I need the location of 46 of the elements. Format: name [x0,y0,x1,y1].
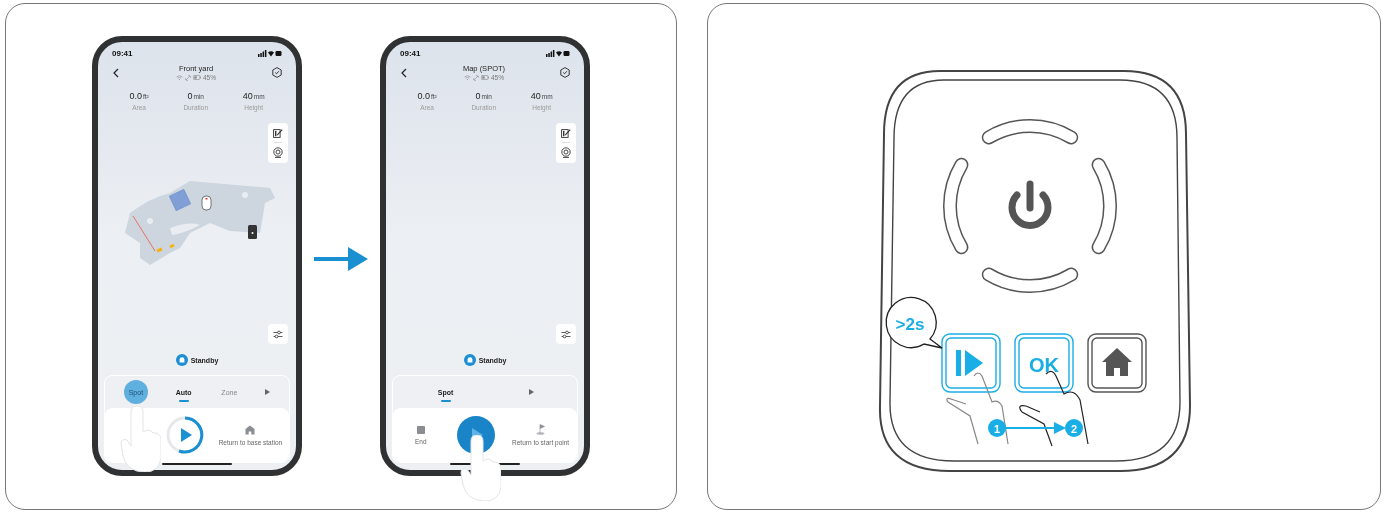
sliders-icon [561,329,571,339]
filter-button[interactable] [556,324,576,344]
stat-value: 0.0 [417,91,430,101]
speech-bubble [885,296,943,349]
stat-value: 0.0 [129,91,142,101]
link-icon [473,74,479,81]
wifi-icon [176,75,183,80]
back-icon[interactable] [112,67,120,78]
sliders-icon [273,329,283,339]
step-number: 2 [1070,422,1078,435]
battery-icon [481,75,489,80]
flag-icon[interactable] [535,424,546,435]
power-icon[interactable] [1008,180,1052,229]
home-indicator [162,463,232,465]
stat-value: 0 [475,91,481,101]
play-button[interactable] [166,416,205,454]
arrow-icon [314,244,368,274]
edit-icon[interactable] [273,128,283,138]
edit-icon[interactable] [561,128,571,138]
stop-icon[interactable] [416,425,425,434]
status-icons [546,50,570,57]
play-small-icon[interactable] [529,389,535,395]
clock-time: 09:41 [112,49,133,58]
back-icon[interactable] [400,67,408,78]
camera-icon[interactable] [561,147,571,158]
hexagon-check-icon[interactable] [272,67,282,78]
filter-button[interactable] [268,324,288,344]
hold-duration: >2s [895,315,925,334]
device-button[interactable] [1087,333,1147,393]
home-icon[interactable] [245,424,256,435]
clock-time: 09:41 [400,49,421,58]
stat-value: 40 [242,91,253,101]
step-arrow-icon [1005,422,1066,434]
stat-value: 0 [187,91,193,101]
stat-value: 40 [530,91,541,101]
link-icon [185,74,191,81]
battery-icon [193,75,201,80]
play-small-icon[interactable] [265,389,271,395]
robot-status-icon [175,354,188,366]
camera-icon[interactable] [273,147,283,158]
robot-status-icon [463,354,476,366]
step-number: 1 [993,422,1001,435]
wifi-icon [464,75,471,80]
status-icons [258,50,282,57]
step-circle [988,419,1006,437]
hexagon-check-icon[interactable] [560,67,570,78]
